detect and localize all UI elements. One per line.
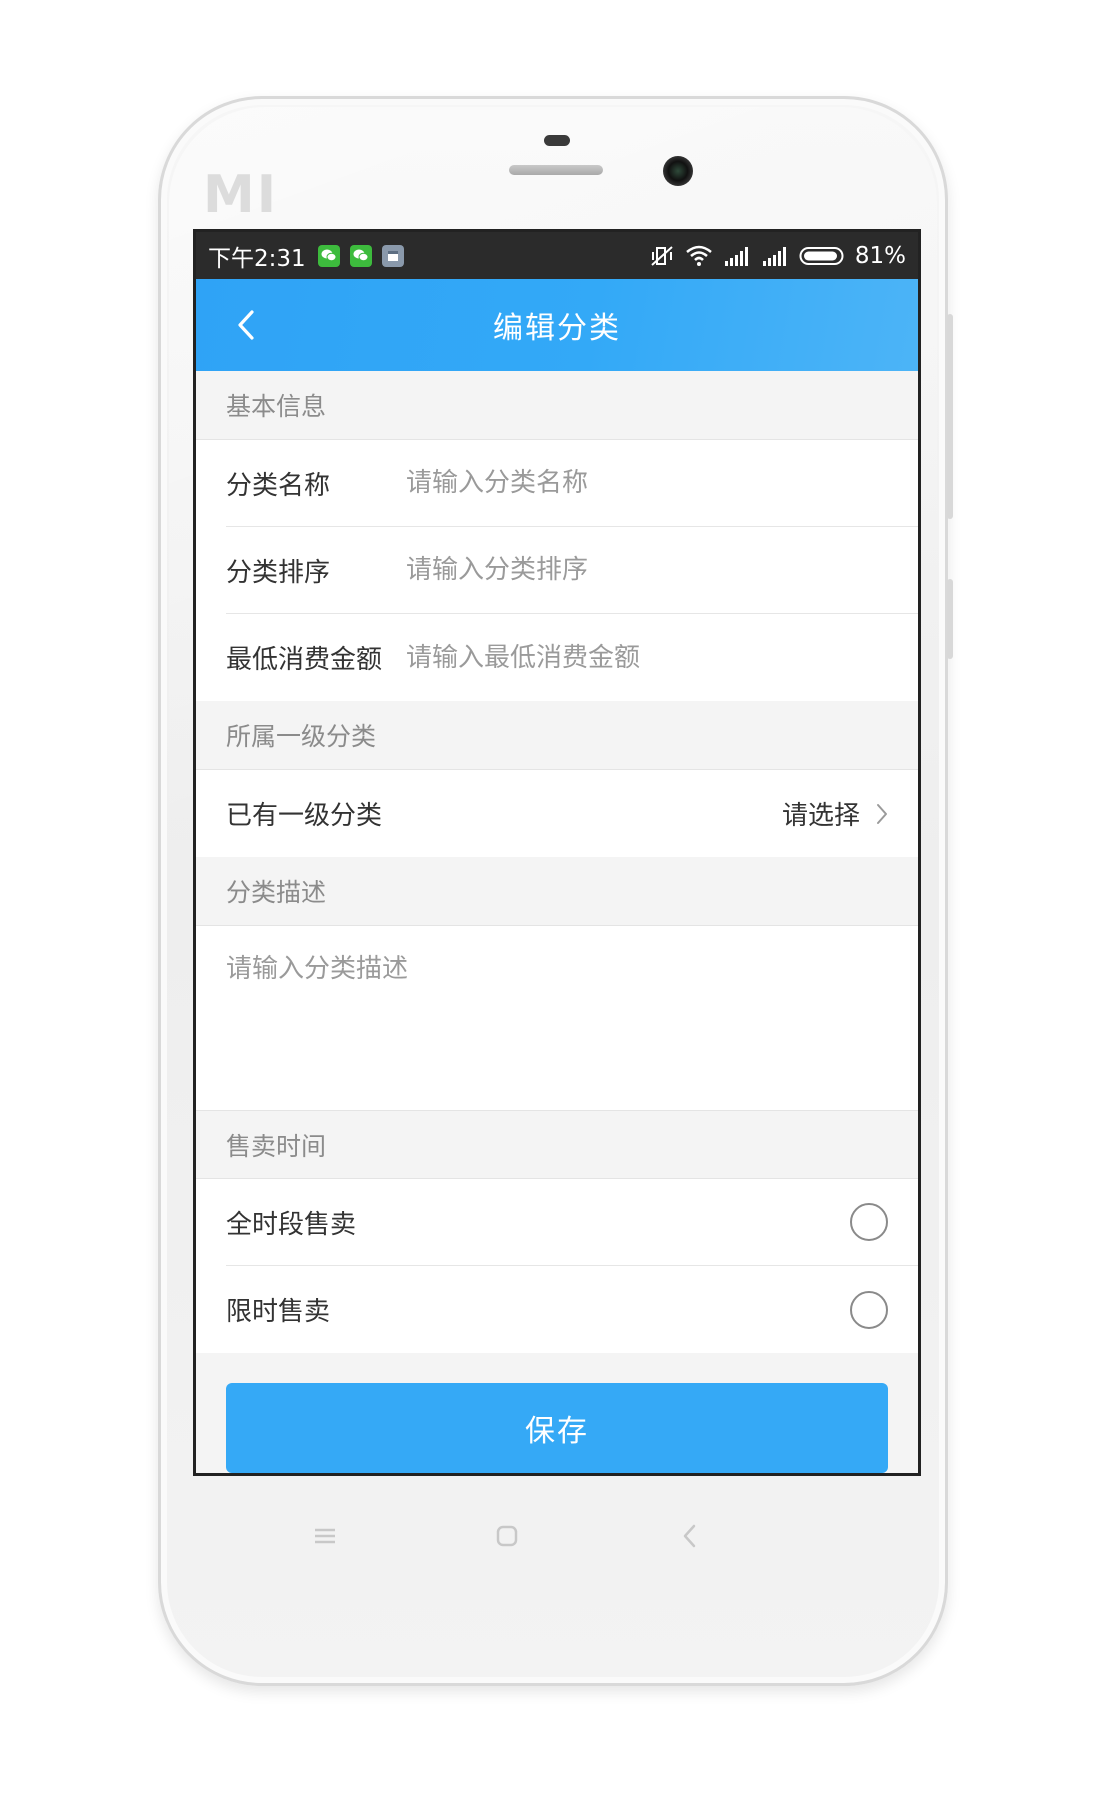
back-button[interactable] — [226, 305, 266, 345]
min-spend-row: 最低消费金额 — [226, 614, 918, 701]
sale-all-day-label: 全时段售卖 — [226, 1209, 357, 1240]
sale-all-day-option[interactable]: 全时段售卖 — [226, 1179, 918, 1266]
battery-icon — [799, 246, 844, 265]
category-name-input[interactable] — [406, 468, 888, 498]
sale-limited-label: 限时售卖 — [226, 1297, 331, 1327]
sale-all-day-radio[interactable] — [850, 1203, 888, 1241]
title-bar: 编辑分类 — [196, 279, 918, 371]
save-area: 保存 — [196, 1353, 918, 1473]
section-basic-info-title: 基本信息 — [196, 371, 918, 440]
page-title: 编辑分类 — [493, 311, 621, 346]
parent-category-group: 已有一级分类 请选择 — [196, 770, 918, 857]
home-key[interactable] — [487, 1516, 527, 1556]
mute-vibrate-icon — [651, 245, 673, 266]
sale-limited-radio[interactable] — [850, 1290, 888, 1329]
min-spend-input[interactable] — [406, 642, 888, 673]
parent-category-value: 请选择 — [781, 801, 860, 831]
home-icon — [496, 1525, 518, 1547]
earpiece — [509, 165, 603, 175]
menu-key[interactable] — [305, 1516, 345, 1556]
sale-limited-option[interactable]: 限时售卖 — [226, 1266, 918, 1353]
front-camera — [663, 156, 693, 186]
wechat-icon — [349, 244, 372, 267]
category-sort-label: 分类排序 — [226, 557, 331, 588]
description-textarea[interactable] — [196, 926, 918, 1110]
min-spend-label: 最低消费金额 — [226, 645, 383, 675]
back-arrow-icon — [683, 1524, 696, 1548]
parent-category-value-wrap: 请选择 — [782, 795, 888, 832]
phone-frame: MI 下午2:31 81% 编辑分类 基本信息 分类名称 请输入分类名称 分类排… — [158, 96, 953, 1686]
save-button[interactable]: 保存 — [226, 1383, 888, 1473]
status-bar: 下午2:31 81% — [196, 232, 918, 279]
hardware-nav-keys — [193, 1476, 921, 1586]
category-name-label: 分类名称 — [226, 470, 331, 501]
category-sort-input[interactable] — [406, 555, 888, 585]
document-icon — [381, 244, 404, 267]
parent-category-select[interactable]: 已有一级分类 请选择 — [226, 770, 918, 857]
menu-icon — [315, 1528, 335, 1544]
status-icons: 81% — [639, 243, 906, 269]
power-key — [947, 579, 953, 659]
category-sort-row: 分类排序 — [226, 527, 918, 614]
section-parent-category-title: 所属一级分类 — [196, 701, 918, 770]
section-sale-time-title: 售卖时间 — [196, 1110, 918, 1179]
chevron-left-icon — [238, 310, 254, 340]
basic-info-group: 分类名称 分类排序 最低消费金额 — [196, 440, 918, 701]
sensor — [544, 135, 570, 146]
wifi-icon — [686, 245, 712, 266]
brand-logo: MI — [203, 165, 279, 225]
category-name-row: 分类名称 — [226, 440, 918, 527]
wechat-icon — [317, 244, 340, 267]
signal-icon — [762, 246, 786, 266]
sale-time-group: 全时段售卖 限时售卖 — [196, 1179, 918, 1353]
back-key[interactable] — [669, 1516, 709, 1556]
volume-key — [947, 314, 953, 519]
section-description-title: 分类描述 — [196, 857, 918, 926]
signal-icon — [724, 246, 748, 266]
screen: 下午2:31 81% 编辑分类 基本信息 分类名称 请输入分类名称 分类排序 请… — [193, 229, 921, 1476]
status-time: 下午2:31 — [208, 245, 306, 272]
battery-percent: 81% — [854, 242, 906, 269]
chevron-right-icon — [877, 803, 887, 824]
parent-category-label: 已有一级分类 — [226, 801, 383, 831]
